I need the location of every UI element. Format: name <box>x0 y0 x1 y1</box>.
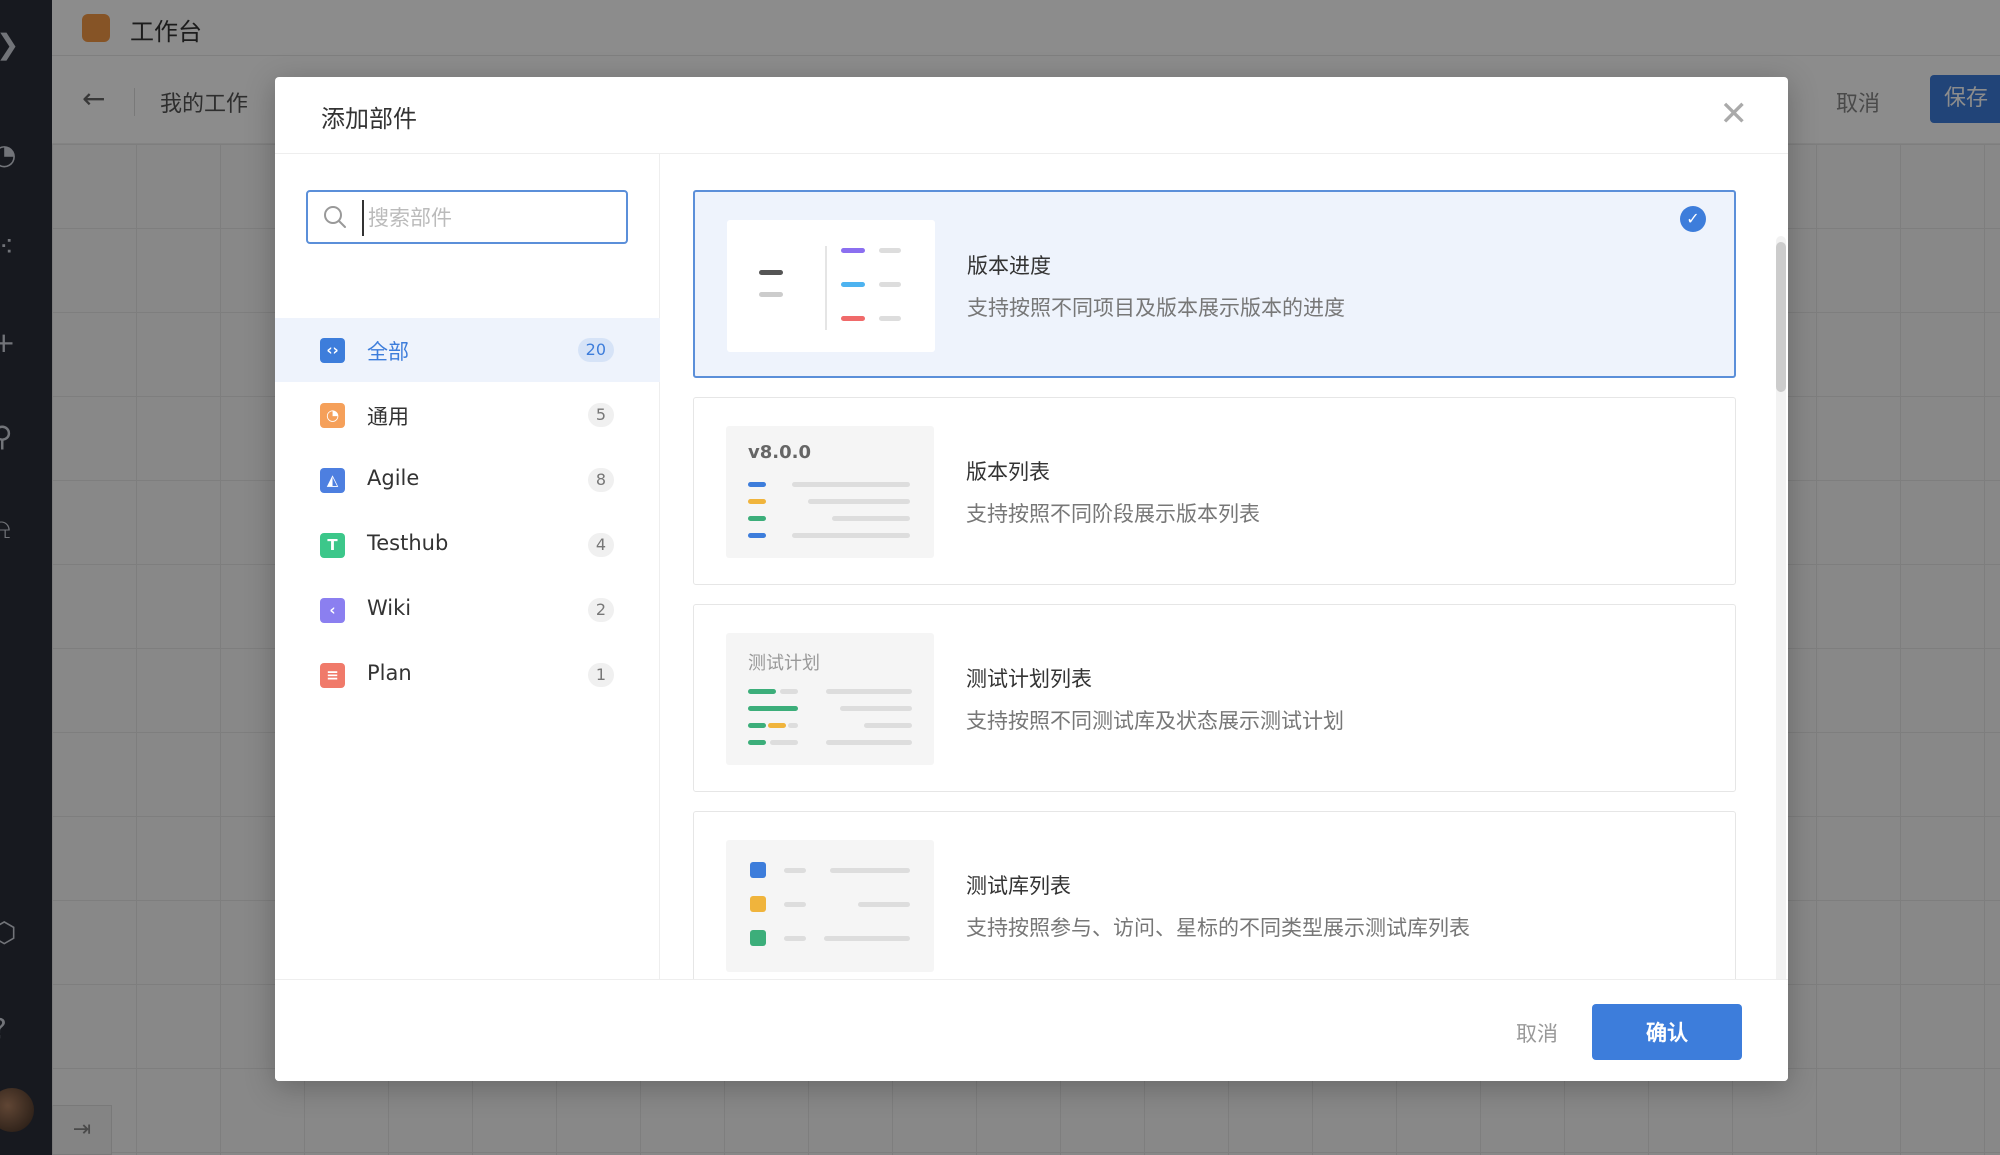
check-icon: ✓ <box>1680 206 1706 232</box>
widget-card-version-list[interactable]: v8.0.0 版本列表 支持按照不同阶段展示版本列表 <box>693 397 1736 585</box>
category-count: 8 <box>587 468 614 492</box>
category-count: 20 <box>577 338 614 362</box>
plan-icon: ≡ <box>320 663 345 688</box>
category-count: 5 <box>587 403 614 427</box>
widget-card-version-progress[interactable]: 版本进度 支持按照不同项目及版本展示版本的进度 ✓ <box>693 190 1736 378</box>
confirm-button[interactable]: 确认 <box>1592 1004 1742 1060</box>
widget-description: 支持按照不同测试库及状态展示测试计划 <box>966 709 1344 733</box>
category-label: Testhub <box>367 531 449 555</box>
category-item-wiki[interactable]: ‹ Wiki 2 <box>275 578 660 642</box>
category-count: 2 <box>587 598 614 622</box>
widget-title: 版本进度 <box>967 254 1051 278</box>
category-label: 全部 <box>367 340 409 364</box>
scrollbar-thumb[interactable] <box>1776 242 1786 392</box>
add-widget-modal: 添加部件 ✕ ‹› 全部 20 ◔ 通用 5 ◭ Agile <box>275 77 1788 1081</box>
widget-description: 支持按照不同阶段展示版本列表 <box>966 502 1260 526</box>
wiki-icon: ‹ <box>320 598 345 623</box>
scrollbar[interactable] <box>1776 236 1786 979</box>
search-box[interactable] <box>306 190 628 244</box>
general-icon: ◔ <box>320 403 345 428</box>
widget-thumbnail: 测试计划 <box>726 633 934 765</box>
thumbnail-label: v8.0.0 <box>748 442 811 463</box>
search-input[interactable] <box>362 200 612 236</box>
widget-card-test-plan-list[interactable]: 测试计划 测试计划列表 支持按照不同测试库及状态展示测试计划 <box>693 604 1736 792</box>
category-label: 通用 <box>367 405 409 429</box>
category-item-testhub[interactable]: T Testhub 4 <box>275 513 660 577</box>
testhub-icon: T <box>320 533 345 558</box>
widget-title: 测试库列表 <box>966 874 1071 898</box>
widget-title: 测试计划列表 <box>966 667 1092 691</box>
cancel-button[interactable]: 取消 <box>1516 1018 1558 1048</box>
search-icon <box>324 206 346 228</box>
close-icon[interactable]: ✕ <box>1720 97 1749 131</box>
modal-footer: 取消 确认 <box>275 979 1788 1081</box>
agile-icon: ◭ <box>320 468 345 493</box>
category-label: Plan <box>367 661 412 685</box>
category-count: 1 <box>587 663 614 687</box>
widget-thumbnail: v8.0.0 <box>726 426 934 558</box>
all-icon: ‹› <box>320 338 345 363</box>
category-item-general[interactable]: ◔ 通用 5 <box>275 383 660 447</box>
widget-card-test-library-list[interactable]: 测试库列表 支持按照参与、访问、星标的不同类型展示测试库列表 <box>693 811 1736 979</box>
category-panel: ‹› 全部 20 ◔ 通用 5 ◭ Agile 8 T Testhub 4 ‹ <box>275 154 660 979</box>
widget-thumbnail <box>726 840 934 972</box>
widget-thumbnail <box>727 220 935 352</box>
category-item-all[interactable]: ‹› 全部 20 <box>275 318 660 382</box>
widget-description: 支持按照不同项目及版本展示版本的进度 <box>967 296 1345 320</box>
widget-list: 版本进度 支持按照不同项目及版本展示版本的进度 ✓ v8.0.0 版本列表 支持… <box>661 154 1788 979</box>
widget-title: 版本列表 <box>966 460 1050 484</box>
category-item-plan[interactable]: ≡ Plan 1 <box>275 643 660 707</box>
thumbnail-label: 测试计划 <box>748 653 820 674</box>
category-label: Wiki <box>367 596 412 620</box>
category-label: Agile <box>367 466 420 490</box>
modal-header: 添加部件 ✕ <box>275 77 1788 154</box>
category-item-agile[interactable]: ◭ Agile 8 <box>275 448 660 512</box>
widget-description: 支持按照参与、访问、星标的不同类型展示测试库列表 <box>966 916 1470 940</box>
category-count: 4 <box>587 533 614 557</box>
modal-title: 添加部件 <box>321 105 417 133</box>
